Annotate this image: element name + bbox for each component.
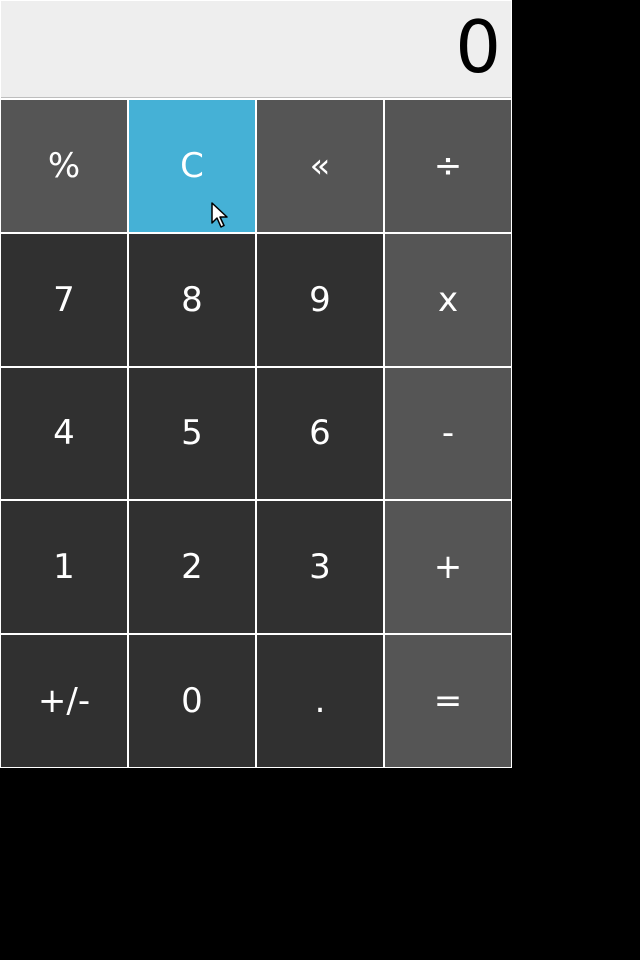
digit-9-button[interactable]: 9 <box>257 233 383 366</box>
divide-button[interactable]: ÷ <box>385 100 511 232</box>
display-value: 0 <box>455 5 501 89</box>
digit-0-button[interactable]: 0 <box>129 635 255 767</box>
backspace-button[interactable]: « <box>257 100 383 232</box>
calculator: 0 % C « ÷ 7 8 9 x 4 5 6 - 1 2 3 + +/- 0 … <box>0 0 512 768</box>
subtract-button[interactable]: - <box>385 367 511 500</box>
percent-button[interactable]: % <box>1 100 127 232</box>
digit-2-button[interactable]: 2 <box>129 501 255 634</box>
display: 0 <box>1 1 511 98</box>
digit-3-button[interactable]: 3 <box>257 501 383 634</box>
decimal-button[interactable]: . <box>257 635 383 767</box>
digit-6-button[interactable]: 6 <box>257 367 383 500</box>
clear-button[interactable]: C <box>129 100 255 232</box>
digit-4-button[interactable]: 4 <box>1 367 127 500</box>
digit-7-button[interactable]: 7 <box>1 233 127 366</box>
sign-toggle-button[interactable]: +/- <box>1 635 127 767</box>
add-button[interactable]: + <box>385 501 511 634</box>
equals-button[interactable]: = <box>385 635 511 767</box>
multiply-button[interactable]: x <box>385 233 511 366</box>
mouse-pointer-icon <box>211 202 228 228</box>
digit-1-button[interactable]: 1 <box>1 501 127 634</box>
digit-5-button[interactable]: 5 <box>129 367 255 500</box>
keypad: % C « ÷ 7 8 9 x 4 5 6 - 1 2 3 + +/- 0 . … <box>0 100 512 768</box>
digit-8-button[interactable]: 8 <box>129 233 255 366</box>
